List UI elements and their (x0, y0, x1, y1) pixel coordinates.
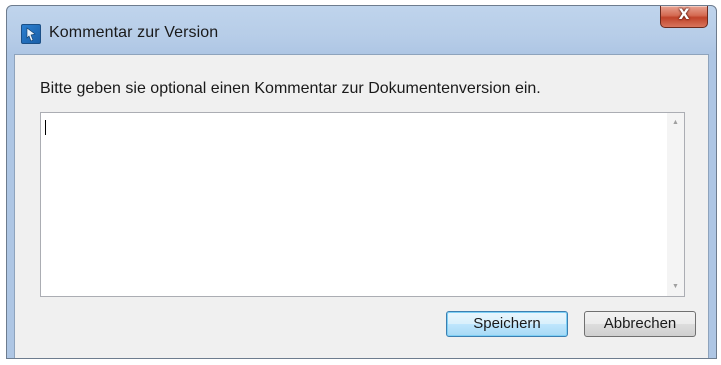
close-icon: X (678, 7, 690, 23)
title-bar[interactable]: Kommentar zur Version X (7, 6, 716, 54)
instruction-text: Bitte geben sie optional einen Kommentar… (40, 80, 541, 97)
scroll-up-icon[interactable]: ▲ (667, 114, 684, 131)
close-button[interactable]: X (660, 6, 708, 28)
cancel-button[interactable]: Abbrechen (584, 311, 696, 337)
window-title: Kommentar zur Version (49, 24, 219, 41)
save-button[interactable]: Speichern (446, 311, 568, 337)
app-icon (21, 24, 41, 44)
text-caret (45, 120, 46, 135)
comment-textarea[interactable]: ▲ ▼ (40, 112, 685, 297)
scroll-down-icon[interactable]: ▼ (667, 278, 684, 295)
vertical-scrollbar[interactable]: ▲ ▼ (667, 113, 684, 296)
